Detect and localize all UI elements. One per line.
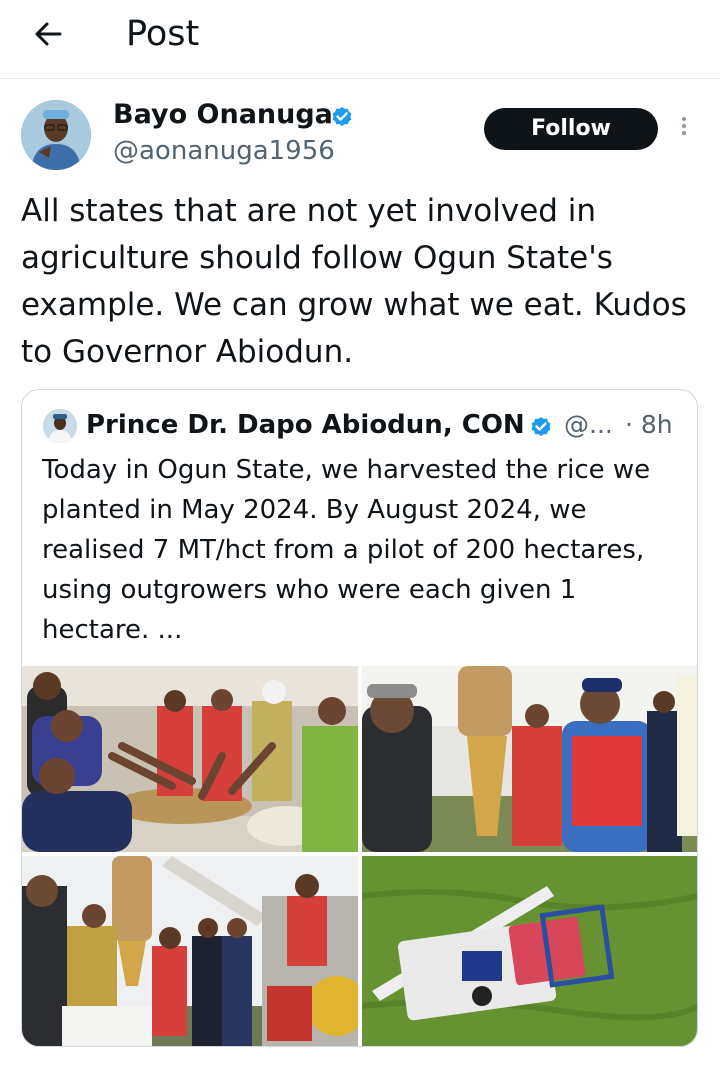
quoted-post[interactable]: Prince Dr. Dapo Abiodun, CON @... · 8h T… — [21, 389, 698, 1047]
quoted-author-name[interactable]: Prince Dr. Dapo Abiodun, CON — [86, 408, 525, 442]
verified-badge-icon — [531, 417, 551, 436]
avatar[interactable] — [21, 100, 91, 170]
more-vertical-icon — [672, 117, 696, 135]
author-name[interactable]: Bayo Onanuga — [113, 97, 333, 133]
quoted-text: Today in Ogun State, we harvested the ri… — [42, 455, 651, 645]
arrow-left-icon — [35, 22, 62, 46]
author-handle[interactable]: @aonanuga1956 — [113, 134, 335, 168]
page-title: Post — [126, 14, 200, 54]
post-image-2[interactable] — [362, 666, 697, 852]
more-options-button[interactable] — [672, 114, 696, 146]
quoted-author-handle[interactable]: @... — [564, 408, 613, 442]
quoted-avatar[interactable] — [43, 409, 77, 443]
verified-badge-icon — [332, 107, 352, 126]
post-text: All states that are not yet involved in … — [21, 193, 687, 370]
post-image-1[interactable] — [22, 666, 358, 852]
back-button[interactable] — [30, 14, 70, 54]
top-bar: Post — [0, 0, 720, 79]
quoted-timestamp[interactable]: · 8h — [625, 408, 673, 442]
follow-button[interactable]: Follow — [484, 108, 658, 150]
post-image-3[interactable] — [22, 856, 358, 1046]
post-image-4[interactable] — [362, 856, 697, 1046]
